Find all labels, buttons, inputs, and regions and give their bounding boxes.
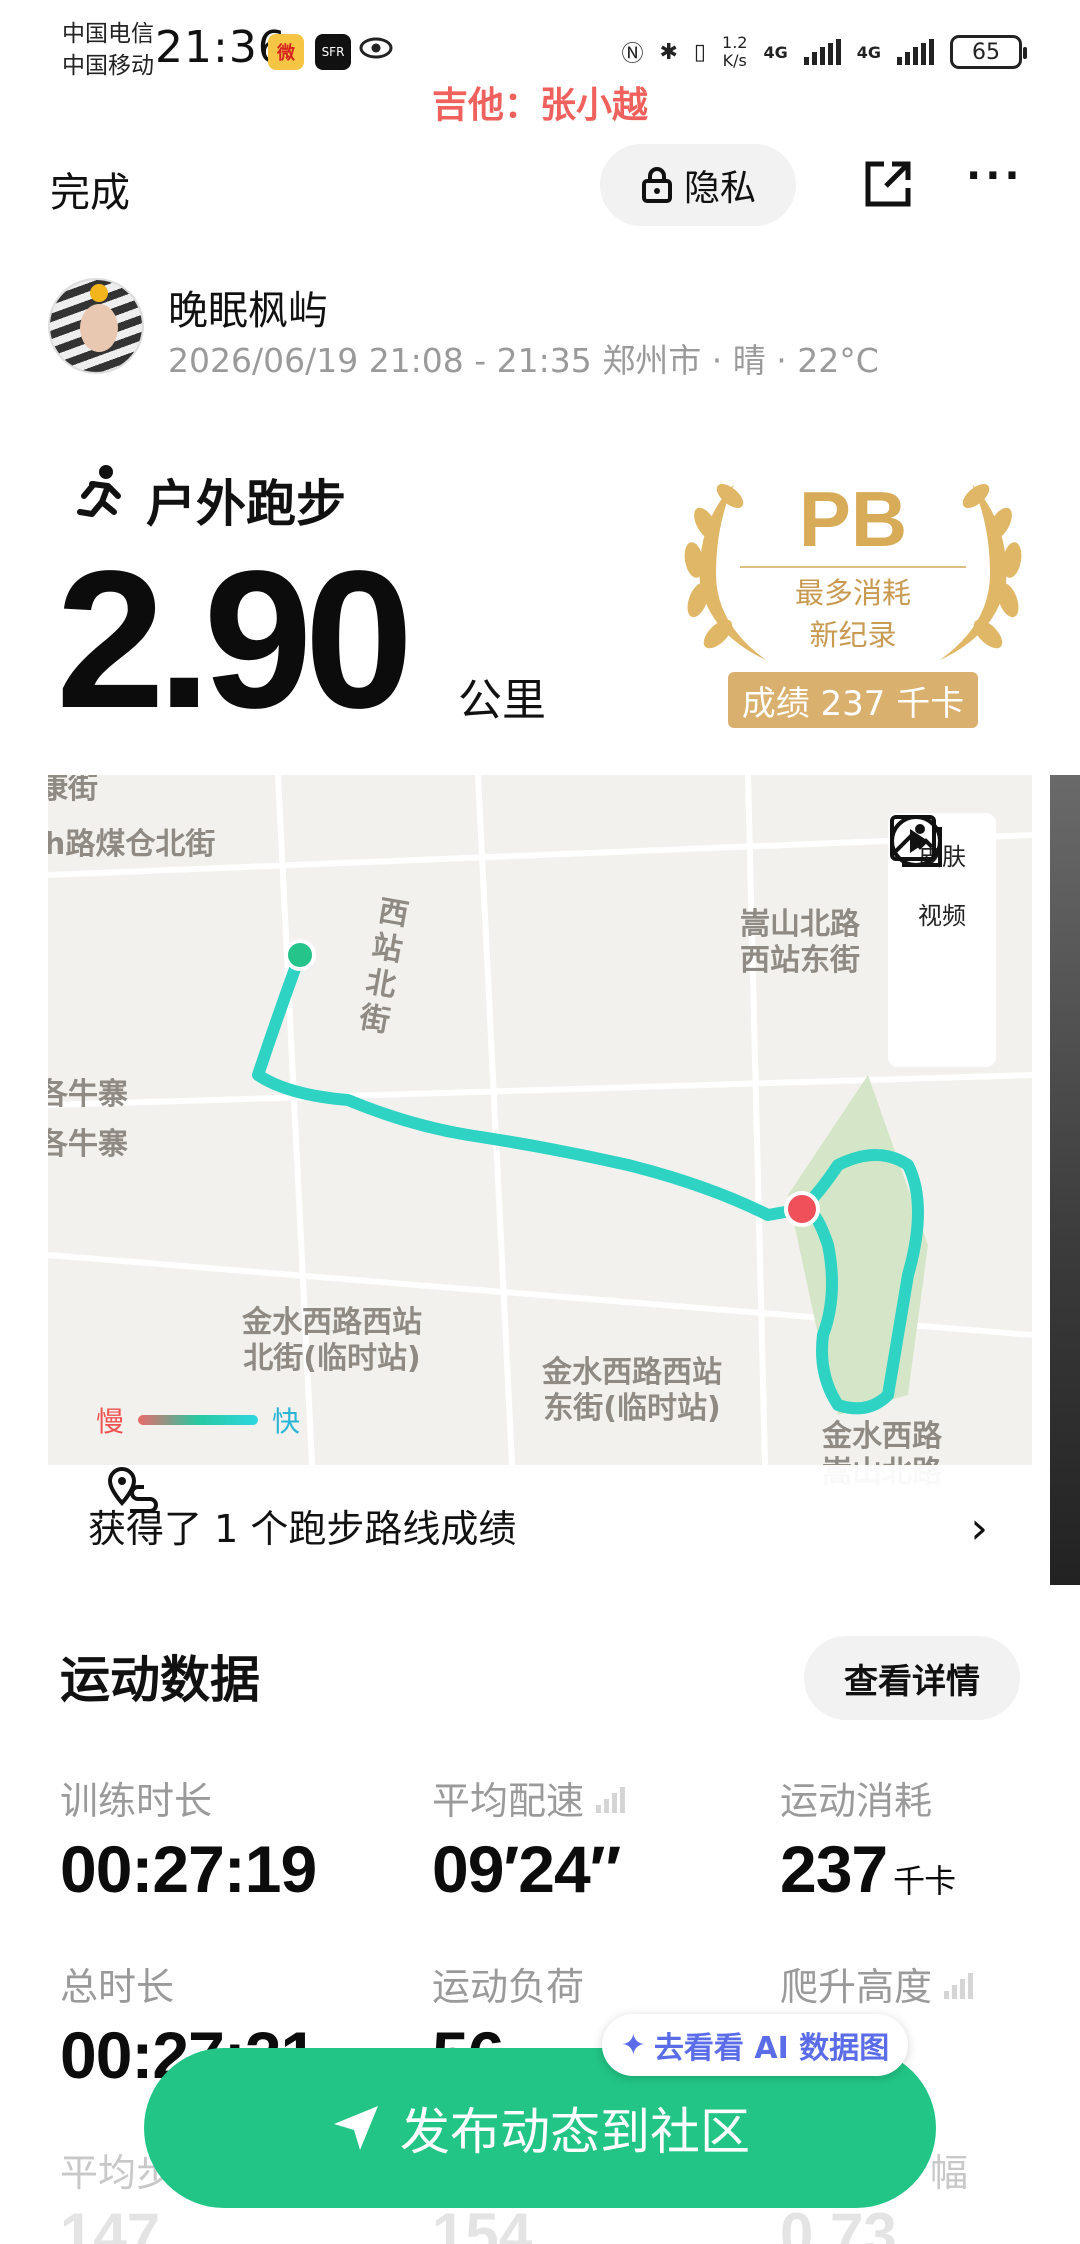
pb-score: 成绩 237 千卡 <box>728 672 978 728</box>
signal-icon <box>803 39 841 65</box>
route-achievement-row[interactable]: 获得了 1 个跑步路线成绩 › <box>48 1465 1032 1585</box>
play-icon <box>890 815 942 867</box>
network-speed: 1.2 K/s <box>722 33 748 70</box>
chart-icon <box>596 1783 626 1813</box>
avatar[interactable] <box>48 278 144 374</box>
route-start-marker <box>284 939 316 971</box>
battery-icon: 65 <box>950 35 1027 69</box>
carrier-info: 中国电信 中国移动 <box>62 18 154 82</box>
distance-value: 2.90 <box>56 530 413 749</box>
nfc-icon: Ⓝ <box>621 42 644 67</box>
sparkle-icon: ✦ <box>620 2027 646 2063</box>
pace-legend: 慢 快 <box>96 1400 300 1440</box>
privacy-label: 隐私 <box>683 168 756 209</box>
network-type-2: 4G <box>856 42 881 62</box>
route-pin-icon <box>107 1466 158 1513</box>
sfr-icon: SFR <box>315 34 351 70</box>
pb-badge[interactable]: PB 最多消耗 新纪录 成绩 237 千卡 <box>676 464 1030 734</box>
username: 晚眠枫屿 <box>168 288 328 334</box>
lyric-banner: 吉他：张小越 <box>431 85 648 126</box>
share-icon[interactable] <box>862 158 914 210</box>
next-card-peek[interactable] <box>1050 775 1080 1585</box>
stat-training-duration: 训练时长 00:27:19 <box>60 1779 317 1906</box>
map-label: 嵩山北路 西站东街 <box>740 907 860 978</box>
publish-label: 发布动态到社区 <box>400 2103 750 2161</box>
ai-pill-label: 去看看 AI 数据图 <box>653 2031 890 2066</box>
map-label: 康街 <box>48 775 98 806</box>
view-details-button[interactable]: 查看详情 <box>804 1636 1020 1720</box>
stat-calories: 运动消耗 237 千卡 <box>780 1779 956 1906</box>
bluetooth-icon: ✱ <box>659 39 678 65</box>
pb-subtitle: 最多消耗 新纪录 <box>794 576 911 652</box>
distance-unit: 公里 <box>458 675 546 726</box>
network-type-1: 4G <box>763 42 788 62</box>
eye-icon <box>358 30 394 66</box>
ai-chart-button[interactable]: ✦ 去看看 AI 数据图 <box>602 2014 908 2076</box>
legend-fast: 快 <box>272 1405 301 1438</box>
vibrate-icon: ▯ <box>693 39 707 65</box>
faded-label: 幅 <box>930 2151 969 2195</box>
weibo-icon: 微 <box>268 34 304 70</box>
pb-divider <box>740 566 966 568</box>
map-label: 金水西路西站 北街(临时站) <box>242 1305 422 1376</box>
send-icon <box>334 2106 378 2150</box>
chevron-right-icon: › <box>970 1503 988 1554</box>
stats-title: 运动数据 <box>60 1651 260 1709</box>
video-label: 视频 <box>918 902 966 930</box>
legend-slow: 慢 <box>96 1405 125 1438</box>
signal-icon-2 <box>897 39 934 65</box>
carrier-1: 中国电信 <box>62 21 154 47</box>
stat-avg-pace[interactable]: 平均配速 09′24″ <box>432 1770 626 1907</box>
status-right: Ⓝ ✱ ▯ 1.2 K/s 4G 4G 65 <box>621 30 1027 74</box>
route-map[interactable]: 康街 h路煤仓北街 西站北街 嵩山北路 西站东街 各牛寨 各牛寨 金水西路西站 北街… <box>48 775 1032 1585</box>
stat-elevation-gain[interactable]: 爬升高度 <box>780 1956 974 2011</box>
faded-value: 147 <box>60 2201 161 2244</box>
map-label: 金水西路西站 东街(临时站) <box>542 1355 722 1426</box>
privacy-button[interactable]: 隐私 <box>600 144 796 226</box>
chart-icon <box>944 1969 974 1999</box>
map-controls: 皮肤 视频 <box>888 813 996 1067</box>
pb-title: PB <box>798 475 908 563</box>
video-button[interactable]: 视频 <box>890 815 966 931</box>
lock-icon <box>641 167 672 203</box>
more-icon[interactable]: ··· <box>966 156 1026 202</box>
done-button[interactable]: 完成 <box>50 160 130 218</box>
map-label: h路煤仓北街 <box>48 827 216 862</box>
legend-gradient <box>138 1415 259 1425</box>
route-end-marker <box>784 1191 820 1227</box>
running-icon <box>77 465 121 517</box>
map-label: 各牛寨 <box>48 1077 128 1112</box>
workout-type: 户外跑步 <box>146 475 346 533</box>
map-label: 各牛寨 <box>48 1127 128 1162</box>
workout-meta: 2026/06/19 21:08 - 21:35 郑州市 · 晴 · 22°C <box>168 341 879 380</box>
